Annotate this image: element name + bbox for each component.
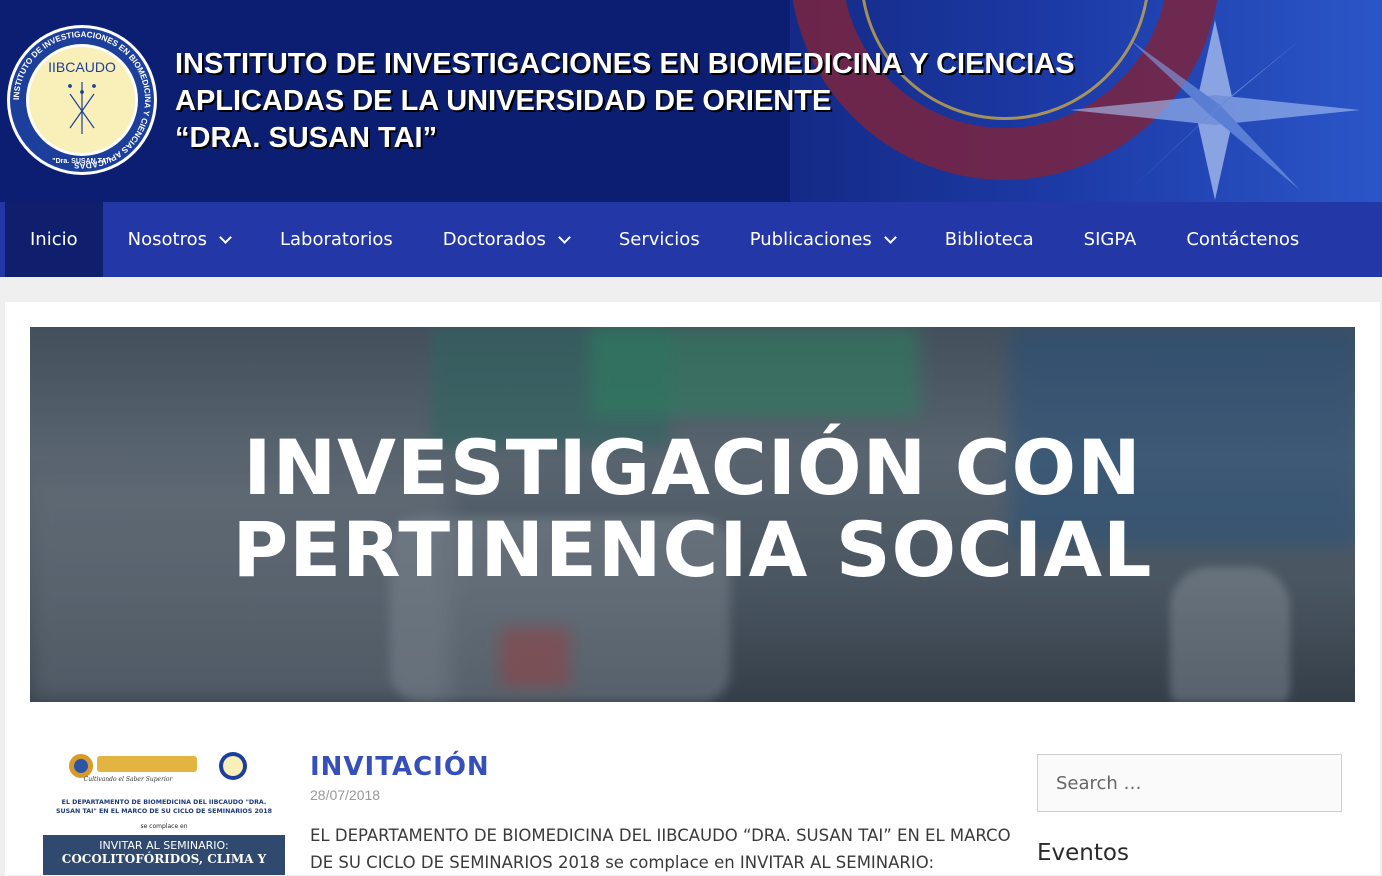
svg-text:"Dra. SUSAN TAI": "Dra. SUSAN TAI" bbox=[52, 158, 111, 165]
compass-star-graphic bbox=[1070, 20, 1360, 200]
chevron-down-icon[interactable] bbox=[557, 230, 571, 244]
nav-item-publicaciones[interactable]: Publicaciones bbox=[725, 202, 920, 277]
search-input[interactable] bbox=[1037, 754, 1342, 812]
thumbnail-box-line-2: COCOLITOFÓRIDOS, CLIMA Y bbox=[61, 852, 267, 866]
post-title-link[interactable]: INVITACIÓN bbox=[310, 752, 490, 782]
nav-label: Inicio bbox=[30, 229, 78, 250]
nav-label: Contáctenos bbox=[1186, 229, 1300, 250]
nav-item-sigpa[interactable]: SIGPA bbox=[1059, 202, 1162, 277]
nav-item-nosotros[interactable]: Nosotros bbox=[103, 202, 255, 277]
site-title-line-1: INSTITUTO DE INVESTIGACIONES EN BIOMEDIC… bbox=[175, 48, 1075, 80]
main-content: INVESTIGACIÓN CON PERTINENCIA SOCIAL Cul… bbox=[5, 302, 1380, 875]
thumbnail-seminar-box: INVITAR AL SEMINARIO: COCOLITOFÓRIDOS, C… bbox=[43, 835, 285, 875]
nav-item-contactenos[interactable]: Contáctenos bbox=[1161, 202, 1324, 277]
nav-label: Laboratorios bbox=[279, 229, 393, 250]
site-header: INSTITUTO DE INVESTIGACIONES EN BIOMEDIC… bbox=[0, 0, 1382, 202]
nav-label: Doctorados bbox=[442, 229, 546, 250]
main-navigation: Inicio Nosotros Laboratorios Doctorados … bbox=[0, 202, 1382, 277]
thumbnail-slogan: Cultivando el Saber Superior bbox=[83, 776, 173, 783]
nav-label: Biblioteca bbox=[944, 229, 1034, 250]
site-title[interactable]: INSTITUTO DE INVESTIGACIONES EN BIOMEDIC… bbox=[175, 46, 1075, 157]
nav-label: Servicios bbox=[618, 229, 700, 250]
chevron-down-icon[interactable] bbox=[219, 230, 232, 244]
nav-label: Nosotros bbox=[127, 229, 207, 250]
hero-title-line-1: INVESTIGACIÓN CON bbox=[243, 423, 1142, 512]
site-title-line-3: “DRA. SUSAN TAI” bbox=[175, 122, 438, 154]
nav-item-inicio[interactable]: Inicio bbox=[5, 202, 103, 277]
hero-banner: INVESTIGACIÓN CON PERTINENCIA SOCIAL bbox=[30, 327, 1355, 702]
site-title-line-2: APLICADAS DE LA UNIVERSIDAD DE ORIENTE bbox=[175, 85, 832, 117]
iibcaudo-logo[interactable]: INSTITUTO DE INVESTIGACIONES EN BIOMEDIC… bbox=[6, 24, 158, 176]
nav-item-biblioteca[interactable]: Biblioteca bbox=[920, 202, 1059, 277]
widget-title-eventos: Eventos bbox=[1037, 840, 1129, 866]
hero-title: INVESTIGACIÓN CON PERTINENCIA SOCIAL bbox=[30, 427, 1355, 591]
svg-text:IIBCAUDO: IIBCAUDO bbox=[48, 59, 116, 75]
thumbnail-subtext: se complace en bbox=[140, 823, 188, 830]
nav-label: Publicaciones bbox=[749, 229, 872, 250]
thumbnail-text: EL DEPARTAMENTO DE BIOMEDICINA DEL IIBCA… bbox=[55, 799, 273, 815]
chevron-down-icon[interactable] bbox=[883, 230, 897, 244]
nav-item-doctorados[interactable]: Doctorados bbox=[418, 202, 594, 277]
post-thumbnail[interactable]: Cultivando el Saber Superior EL DEPARTAM… bbox=[43, 752, 285, 875]
nav-item-laboratorios[interactable]: Laboratorios bbox=[255, 202, 418, 277]
thumbnail-box-line-1: INVITAR AL SEMINARIO: bbox=[99, 839, 229, 852]
nav-item-servicios[interactable]: Servicios bbox=[594, 202, 725, 277]
nav-label: SIGPA bbox=[1083, 229, 1137, 250]
hero-title-line-2: PERTINENCIA SOCIAL bbox=[232, 505, 1153, 594]
post-excerpt: EL DEPARTAMENTO DE BIOMEDICINA DEL IIBCA… bbox=[310, 826, 1011, 872]
post-date[interactable]: 28/07/2018 bbox=[310, 787, 380, 803]
